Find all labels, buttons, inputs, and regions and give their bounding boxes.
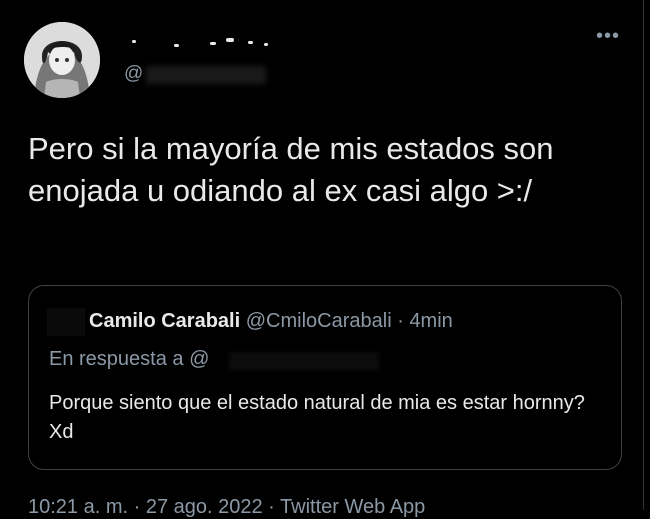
tweet-meta: 10:21 a. m. · 27 ago. 2022 · Twitter Web… [28,496,426,518]
tweet-text: Pero si la mayoría de mis estados son en… [28,131,554,208]
reply-context: En respuesta a @ [49,348,209,371]
avatar[interactable] [24,22,100,98]
timeline-divider [643,0,644,510]
reply-handle-redaction [229,352,379,370]
quoted-header: Camilo Carabali @CmiloCarabali · 4min [89,310,453,333]
handle-redaction [146,66,266,84]
display-name-redacted [124,30,284,52]
quoted-text: Porque siento que el estado natural de m… [49,392,585,443]
quoted-tweet[interactable]: Camilo Carabali @CmiloCarabali · 4min En… [28,285,622,470]
user-handle[interactable]: @ [124,63,143,85]
quoted-author-handle[interactable]: @CmiloCarabali [246,310,392,332]
reply-label: En respuesta a [49,348,184,370]
avatar-image [24,22,100,98]
quoted-timestamp[interactable]: 4min [409,310,452,332]
more-icon[interactable]: ••• [596,26,620,46]
quoted-separator: · [397,310,404,332]
quoted-author-name[interactable]: Camilo Carabali [89,310,240,332]
quoted-avatar-redaction [47,308,85,336]
reply-handle[interactable]: @ [189,348,209,370]
